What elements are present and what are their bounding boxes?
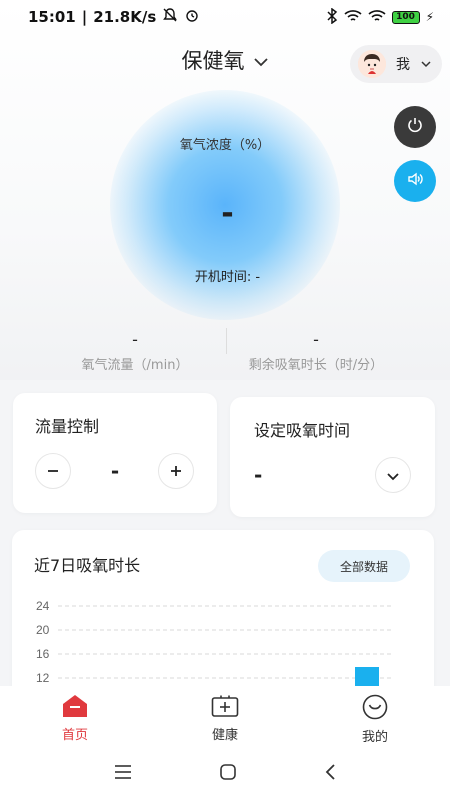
user-label: 我 [396,57,410,73]
alarm-icon [184,7,200,27]
remaining-label: 剩余吸氧时长（时/分） [248,358,384,373]
nav-health[interactable]: 健康 [185,694,265,743]
oxygen-concentration-label: 氧气浓度（%） [179,138,271,153]
nav-mine[interactable]: 我的 [335,694,415,745]
remaining-value: - [313,330,319,349]
oxygen-time-title: 设定吸氧时间 [254,421,351,440]
clock: 15:01 [28,8,76,26]
chevron-down-icon [386,463,400,487]
battery-icon: 100 [391,10,420,24]
plus-icon [169,459,183,483]
flow-label: 氧气流量（/min） [81,358,189,373]
increase-flow-button[interactable] [158,453,194,489]
time-dropdown-button[interactable] [375,457,411,493]
nav-home[interactable]: 首页 [35,694,115,743]
remaining-stat: - 剩余吸氧时长（时/分） [236,330,396,373]
nav-health-label: 健康 [211,728,238,743]
decrease-flow-button[interactable] [35,453,71,489]
system-navigation-bar [0,748,450,800]
nav-home-label: 首页 [61,728,88,743]
menu-icon[interactable] [114,764,132,784]
avatar [358,50,386,78]
back-icon[interactable] [324,763,336,785]
network-speed: 21.8K/s [93,8,157,26]
wifi-icon [368,9,386,26]
oxygen-concentration-value: - [221,196,234,231]
stat-divider [226,328,227,354]
boot-time: 开机时间: - [194,270,261,285]
status-right: 100 ⚡ [326,7,434,27]
bell-muted-icon [162,7,178,27]
health-kit-icon [211,694,239,722]
flow-value: - [132,330,138,349]
chevron-down-icon [253,48,269,72]
status-bar: 15:01 | 21.8K/s 100 ⚡ [0,0,450,34]
charging-icon: ⚡ [425,10,434,24]
signal-icon [344,9,362,26]
flow-control-value: - [110,459,120,483]
power-button[interactable] [394,106,436,148]
home-square-icon[interactable] [219,763,237,785]
oxygen-time-card: 设定吸氧时间 - [230,397,435,517]
bottom-nav: 首页 健康 我的 [0,686,450,748]
nav-mine-label: 我的 [361,730,388,745]
flow-control-title: 流量控制 [35,417,100,436]
status-left: 15:01 | 21.8K/s [28,7,200,27]
y-tick-label: 12 [36,671,50,685]
y-tick-label: 20 [36,623,50,637]
user-switch-chip[interactable]: 我 [350,45,442,83]
flow-control-card: 流量控制 - [13,393,217,513]
chevron-down-icon [420,56,432,72]
smile-face-icon [362,694,388,724]
home-icon [62,694,88,722]
page-title: 保健氧 [181,49,245,73]
separator: | [81,8,88,26]
speaker-icon [406,170,424,192]
bluetooth-icon [326,7,338,27]
y-tick-label: 16 [36,647,50,661]
flow-stat: - 氧气流量（/min） [60,330,210,373]
minus-icon [46,459,60,483]
power-icon [406,116,424,138]
y-tick-label: 24 [36,599,50,613]
oxygen-time-value: - [254,463,263,487]
sound-button[interactable] [394,160,436,202]
